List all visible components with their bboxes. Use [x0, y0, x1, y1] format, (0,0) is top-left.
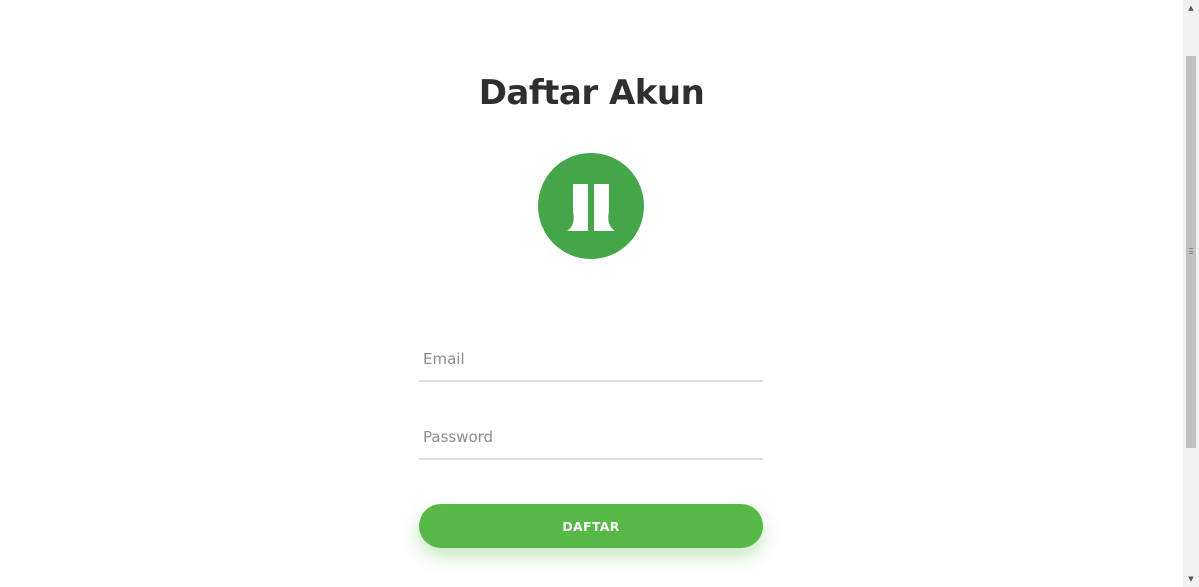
scrollbar-thumb[interactable] — [1186, 56, 1196, 448]
triangle-down-icon[interactable]: ▼ — [1183, 571, 1199, 587]
vertical-scrollbar[interactable]: ▲ ▼ — [1183, 0, 1199, 587]
triangle-up-icon[interactable]: ▲ — [1183, 0, 1199, 16]
register-page: Daftar Akun DAFTAR ▲ ▼ — [0, 0, 1199, 587]
grip-icon — [1189, 248, 1193, 254]
page-title: Daftar Akun — [478, 72, 705, 113]
daftar-button[interactable]: DAFTAR — [419, 504, 763, 548]
main-content: Daftar Akun DAFTAR — [0, 0, 1183, 587]
email-field[interactable] — [419, 338, 763, 382]
password-field[interactable] — [419, 416, 763, 460]
password-input[interactable] — [419, 416, 763, 458]
logo-mark — [567, 184, 615, 231]
email-input[interactable] — [419, 338, 763, 380]
jl-logo-icon — [538, 153, 644, 259]
